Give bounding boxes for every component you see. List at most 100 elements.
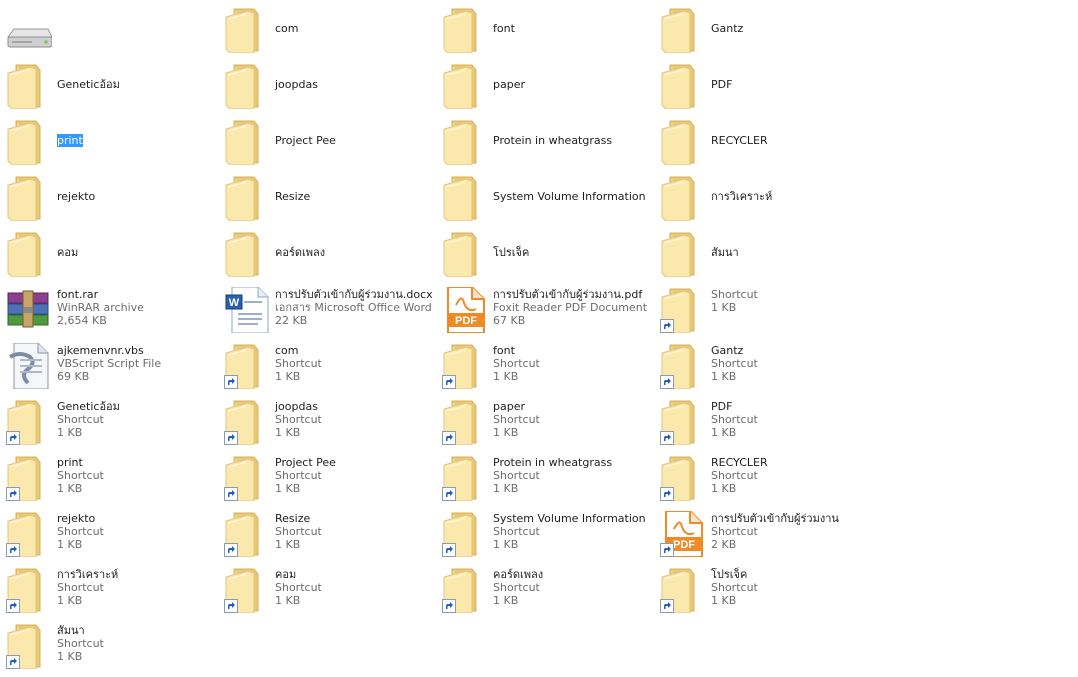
item-name: คอร์ดเพลง xyxy=(275,246,326,259)
file-item[interactable]: PDF การปรับตัวเข้ากับผู้ร่วมงาน.pdf Foxit … xyxy=(436,281,654,337)
file-item[interactable]: com xyxy=(218,1,436,57)
item-text: Geneticอ้อม Shortcut 1 KB xyxy=(57,400,120,439)
item-type: Shortcut xyxy=(493,413,540,426)
file-item[interactable]: print xyxy=(0,113,218,169)
file-item[interactable]: Project Pee xyxy=(218,113,436,169)
file-item[interactable]: joopdas xyxy=(218,57,436,113)
shortcut-arrow-icon xyxy=(660,599,674,613)
item-type: Shortcut xyxy=(493,357,540,370)
file-item[interactable]: คอม xyxy=(0,225,218,281)
item-name: ajkemenvnr.vbs xyxy=(57,344,144,357)
shortcut-arrow-icon xyxy=(442,431,456,445)
item-name: System Volume Information xyxy=(493,190,646,203)
file-item[interactable]: คอร์ดเพลง Shortcut 1 KB xyxy=(436,561,654,617)
file-item[interactable]: joopdas Shortcut 1 KB xyxy=(218,393,436,449)
file-item[interactable]: font Shortcut 1 KB xyxy=(436,337,654,393)
file-item[interactable]: คอร์ดเพลง xyxy=(218,225,436,281)
file-item[interactable]: โปรเจ็ค Shortcut 1 KB xyxy=(654,561,872,617)
file-item[interactable]: W การปรับตัวเข้ากับผู้ร่วมงาน.docx เอกสาร … xyxy=(218,281,436,337)
file-item[interactable]: Resize Shortcut 1 KB xyxy=(218,505,436,561)
file-item[interactable]: RECYCLER xyxy=(654,113,872,169)
file-item[interactable]: paper Shortcut 1 KB xyxy=(436,393,654,449)
item-text: Resize xyxy=(275,190,310,203)
item-type: Shortcut xyxy=(275,357,322,370)
file-item[interactable]: PDF Shortcut 1 KB xyxy=(654,393,872,449)
item-size: 1 KB xyxy=(275,594,301,607)
item-type: Shortcut xyxy=(275,525,322,538)
item-type: Shortcut xyxy=(493,469,540,482)
item-text: การวิเคราะห์ Shortcut 1 KB xyxy=(57,568,118,607)
file-item[interactable]: PDF การปรับตัวเข้ากับผู้ร่วมงาน Shortcut 2 … xyxy=(654,505,872,561)
item-size: 1 KB xyxy=(57,538,83,551)
file-item[interactable]: การวิเคราะห์ Shortcut 1 KB xyxy=(0,561,218,617)
file-item[interactable]: Resize xyxy=(218,169,436,225)
folder-icon xyxy=(224,231,270,277)
file-item[interactable]: rejekto Shortcut 1 KB xyxy=(0,505,218,561)
item-name: Resize xyxy=(275,512,311,525)
file-item[interactable]: Geneticอ้อม Shortcut 1 KB xyxy=(0,393,218,449)
folder-shortcut-icon xyxy=(224,567,270,613)
item-name: joopdas xyxy=(275,78,318,91)
folder-shortcut-icon xyxy=(6,455,52,501)
folder-icon xyxy=(660,231,706,277)
item-name: การปรับตัวเข้ากับผู้ร่วมงาน.pdf xyxy=(493,288,643,301)
item-name: คอม xyxy=(57,246,79,259)
folder-shortcut-icon xyxy=(660,567,706,613)
file-item[interactable]: Gantz Shortcut 1 KB xyxy=(654,337,872,393)
item-type: Shortcut xyxy=(711,469,758,482)
item-name: โปรเจ็ค xyxy=(493,246,530,259)
file-item[interactable]: Gantz xyxy=(654,1,872,57)
item-text: การปรับตัวเข้ากับผู้ร่วมงาน.docx เอกสาร M… xyxy=(275,288,433,327)
file-item[interactable] xyxy=(0,1,218,57)
item-text: การปรับตัวเข้ากับผู้ร่วมงาน.pdf Foxit Rea… xyxy=(493,288,647,327)
item-size: 1 KB xyxy=(57,482,83,495)
file-item[interactable]: คอม Shortcut 1 KB xyxy=(218,561,436,617)
item-type: Shortcut xyxy=(275,469,322,482)
file-item[interactable]: com Shortcut 1 KB xyxy=(218,337,436,393)
file-item[interactable]: font xyxy=(436,1,654,57)
shortcut-arrow-icon xyxy=(660,543,674,557)
winrar-icon xyxy=(6,287,52,333)
item-text: com Shortcut 1 KB xyxy=(275,344,322,383)
folder-icon xyxy=(6,119,52,165)
file-item[interactable]: System Volume Information Shortcut 1 KB xyxy=(436,505,654,561)
folder-icon xyxy=(6,175,52,221)
item-type: Shortcut xyxy=(493,581,540,594)
drive-icon xyxy=(6,7,52,53)
item-size: 1 KB xyxy=(275,538,301,551)
file-item[interactable]: การวิเคราะห์ xyxy=(654,169,872,225)
file-item[interactable]: Protein in wheatgrass Shortcut 1 KB xyxy=(436,449,654,505)
file-item[interactable]: สัมนา xyxy=(654,225,872,281)
shortcut-arrow-icon xyxy=(660,375,674,389)
file-item[interactable]: สัมนา Shortcut 1 KB xyxy=(0,617,218,673)
file-item[interactable]: RECYCLER Shortcut 1 KB xyxy=(654,449,872,505)
file-item[interactable]: Geneticอ้อม xyxy=(0,57,218,113)
folder-shortcut-icon xyxy=(224,399,270,445)
item-size: 1 KB xyxy=(711,482,737,495)
item-type: Shortcut xyxy=(493,525,540,538)
file-item[interactable]: font.rar WinRAR archive 2,654 KB xyxy=(0,281,218,337)
file-item[interactable]: โปรเจ็ค xyxy=(436,225,654,281)
file-item[interactable]: Project Pee Shortcut 1 KB xyxy=(218,449,436,505)
file-item[interactable]: Protein in wheatgrass xyxy=(436,113,654,169)
shortcut-arrow-icon xyxy=(442,543,456,557)
item-text: คอร์ดเพลง Shortcut 1 KB xyxy=(493,568,543,607)
folder-icon xyxy=(6,63,52,109)
svg-text:W: W xyxy=(229,297,240,309)
item-name: โปรเจ็ค xyxy=(711,568,748,581)
item-text: การวิเคราะห์ xyxy=(711,190,772,203)
file-item[interactable]: print Shortcut 1 KB xyxy=(0,449,218,505)
file-item[interactable]: System Volume Information xyxy=(436,169,654,225)
item-size: 1 KB xyxy=(493,370,519,383)
shortcut-arrow-icon xyxy=(442,599,456,613)
shortcut-arrow-icon xyxy=(660,487,674,501)
file-item[interactable]: rejekto xyxy=(0,169,218,225)
file-item[interactable]: Shortcut 1 KB xyxy=(654,281,872,337)
folder-shortcut-icon xyxy=(442,399,488,445)
item-name: Resize xyxy=(275,190,311,203)
item-name: Geneticอ้อม xyxy=(57,400,120,413)
folder-icon xyxy=(442,231,488,277)
file-item[interactable]: paper xyxy=(436,57,654,113)
file-item[interactable]: PDF xyxy=(654,57,872,113)
file-item[interactable]: ajkemenvnr.vbs VBScript Script File 69 KB xyxy=(0,337,218,393)
